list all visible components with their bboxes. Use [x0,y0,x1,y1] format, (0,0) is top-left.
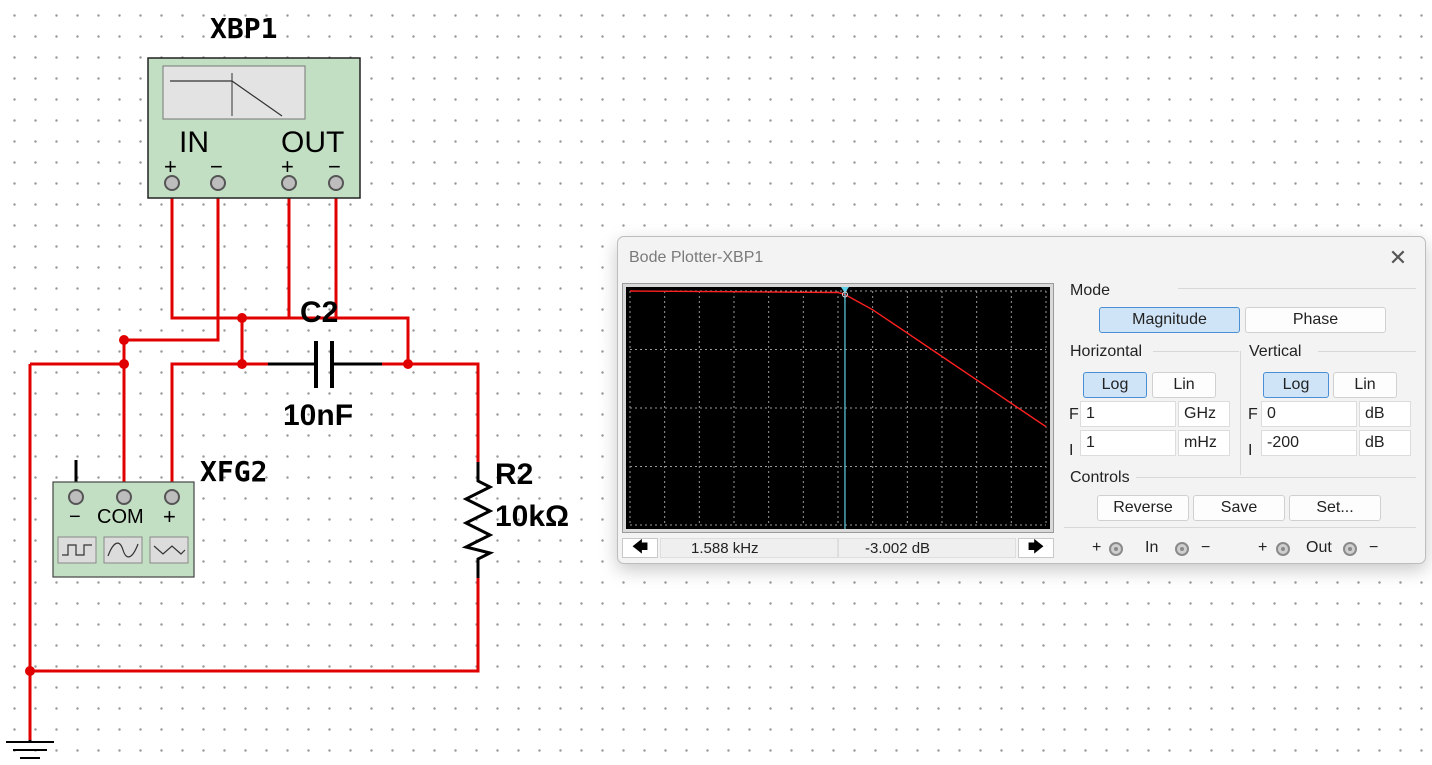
window-title: Bode Plotter-XBP1 [629,249,764,266]
close-icon[interactable]: ✕ [1385,245,1411,271]
horizontal-group-label: Horizontal [1070,343,1143,360]
xbp-in-label: IN [179,126,209,159]
magnitude-button[interactable]: Magnitude [1099,307,1240,333]
junction-dot [403,359,413,369]
horizontal-separator [1153,351,1239,352]
xbp-terminal[interactable] [210,175,226,191]
out-minus-label: − [1369,539,1379,556]
horizontal-final-unit[interactable]: GHz [1178,401,1230,427]
vertical-initial-input[interactable]: -200 [1261,430,1357,456]
horizontal-initial-unit[interactable]: mHz [1178,430,1230,456]
cap-ref-label: C2 [300,296,338,329]
mode-group-label: Mode [1070,282,1111,299]
vertical-f-letter: F [1248,406,1258,423]
horizontal-final-input[interactable]: 1 [1080,401,1176,427]
horizontal-i-letter: I [1069,442,1074,459]
phase-button[interactable]: Phase [1245,307,1386,333]
in-plus-label: + [1092,539,1102,556]
xbp-terminal[interactable] [281,175,297,191]
in-minus-terminal[interactable] [1175,542,1189,556]
terminals-separator [1064,527,1416,528]
set-button[interactable]: Set... [1289,495,1381,521]
bode-symbol-icon [162,65,306,120]
cursor-right-button[interactable]: 🡆 [1018,538,1054,558]
xbp-terminal[interactable] [164,175,180,191]
wire[interactable] [380,362,480,462]
cursor-left-button[interactable]: 🡄 [622,538,658,558]
mode-separator [1178,288,1416,289]
in-plus-terminal[interactable] [1109,542,1123,556]
square-wave-icon [57,536,97,564]
junction-dot [119,335,129,345]
res-ref-label: R2 [495,458,533,491]
xbp-ref-label: XBP1 [210,12,277,45]
vertical-log-button[interactable]: Log [1263,372,1329,398]
horizontal-lin-button[interactable]: Lin [1152,372,1216,398]
triangle-wave-icon [149,536,189,564]
frequency-readout: 1.588 kHz [660,538,838,558]
junction-dot [237,313,247,323]
reverse-button[interactable]: Reverse [1097,495,1189,521]
magnitude-readout: -3.002 dB [838,538,1016,558]
vertical-final-input[interactable]: 0 [1261,401,1357,427]
resistor-r2[interactable]: R2 10kΩ [461,458,569,578]
arrow-right-icon: 🡆 [1027,539,1045,556]
vertical-lin-button[interactable]: Lin [1333,372,1397,398]
out-plus-label: + [1258,539,1268,556]
fg-ref-label: XFG2 [200,455,267,488]
xbp-terminal[interactable] [328,175,344,191]
fg-com-label: COM [97,506,144,528]
bode-plotter-instrument[interactable]: XBP1 IN OUT + − + − [147,12,361,199]
vertical-final-unit[interactable]: dB [1359,401,1411,427]
ground-symbol[interactable] [6,740,54,759]
junction-dot [237,359,247,369]
group-divider [1240,351,1241,475]
fg-terminal[interactable] [116,489,132,505]
vertical-i-letter: I [1248,442,1253,459]
junction-dot [25,666,35,676]
wire[interactable] [30,578,480,673]
fg-terminal[interactable] [68,489,84,505]
vertical-group-label: Vertical [1249,343,1302,360]
out-plus-terminal[interactable] [1276,542,1290,556]
fg-terminal[interactable] [164,489,180,505]
function-generator-instrument[interactable]: XFG2 − COM + [52,455,267,578]
out-minus-terminal[interactable] [1343,542,1357,556]
arrow-left-icon: 🡄 [631,539,649,556]
save-button[interactable]: Save [1193,495,1285,521]
cap-value-label: 10nF [283,399,353,432]
junction-dot [119,359,129,369]
bode-plot[interactable] [626,287,1050,529]
capacitor-c2[interactable]: C2 10nF [268,296,382,432]
vertical-initial-unit[interactable]: dB [1359,430,1411,456]
controls-separator [1136,477,1416,478]
vertical-separator [1318,351,1416,352]
res-value-label: 10kΩ [495,500,569,533]
in-minus-label: − [1201,539,1211,556]
fg-minus: − [69,506,81,528]
horizontal-initial-input[interactable]: 1 [1080,430,1176,456]
out-label: Out [1306,539,1332,556]
fg-plus: + [163,504,176,529]
plot-area[interactable] [622,283,1054,533]
horizontal-log-button[interactable]: Log [1083,372,1147,398]
horizontal-f-letter: F [1069,406,1079,423]
bode-plotter-window[interactable]: Bode Plotter-XBP1 ✕ 🡄 1.588 kHz -3.002 d… [617,236,1426,564]
controls-group-label: Controls [1070,469,1130,486]
in-label: In [1145,539,1159,556]
